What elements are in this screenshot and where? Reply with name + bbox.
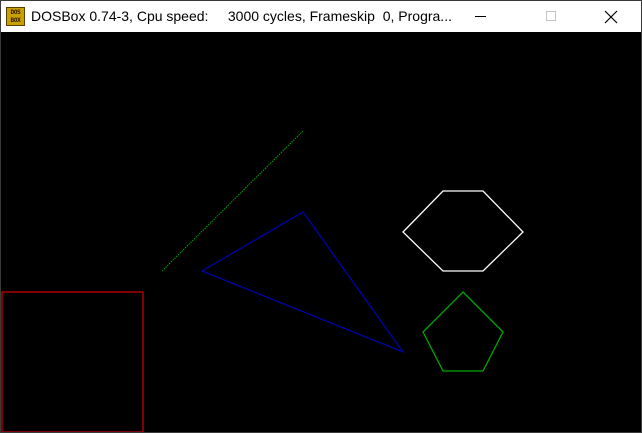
- blue-triangle: [200, 211, 405, 354]
- graphics-canvas: [1, 130, 524, 432]
- white-hexagon: [402, 190, 524, 272]
- window-title: DOSBox 0.74-3, Cpu speed: 3000 cycles, F…: [31, 8, 452, 24]
- minimize-icon: [475, 16, 486, 17]
- title-bar[interactable]: DOS BOX DOSBox 0.74-3, Cpu speed: 3000 c…: [1, 1, 641, 32]
- red-rectangle: [1, 291, 144, 432]
- green-pentagon: [422, 291, 504, 372]
- minimize-button[interactable]: [458, 1, 504, 32]
- app-icon-text-top: DOS: [10, 8, 21, 16]
- dosbox-app-icon[interactable]: DOS BOX: [6, 7, 25, 26]
- close-icon: [604, 10, 618, 24]
- dos-screen[interactable]: [1, 32, 641, 432]
- app-icon-text-bottom: BOX: [10, 17, 21, 25]
- green-line: [161, 130, 304, 272]
- close-button[interactable]: [588, 1, 634, 32]
- dosbox-window: DOS BOX DOSBox 0.74-3, Cpu speed: 3000 c…: [0, 0, 642, 433]
- maximize-button: [529, 1, 575, 32]
- maximize-icon: [546, 11, 556, 21]
